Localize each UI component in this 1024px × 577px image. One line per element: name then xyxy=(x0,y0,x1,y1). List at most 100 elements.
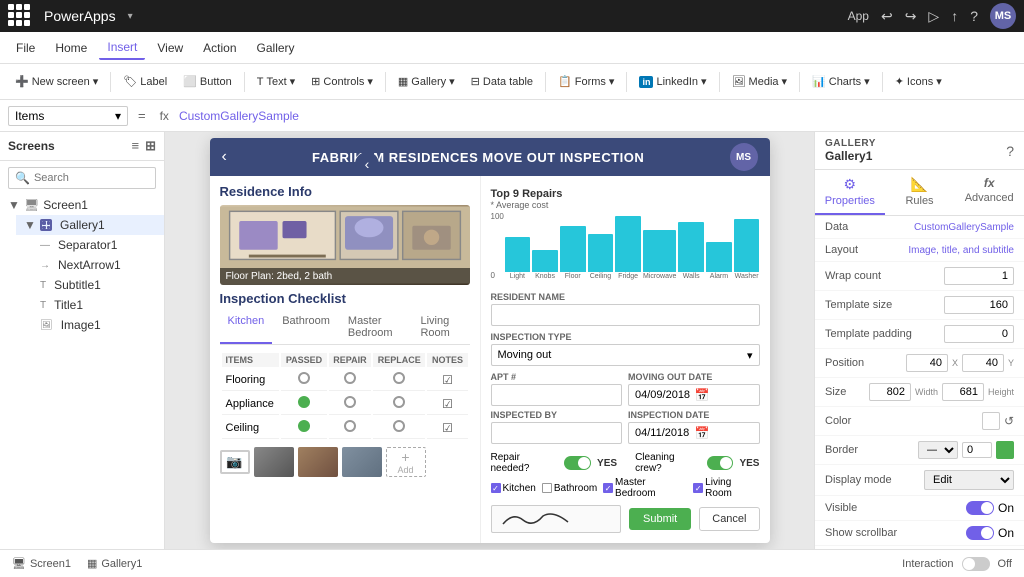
search-box[interactable]: 🔍 xyxy=(8,167,156,189)
inspected-by-input[interactable] xyxy=(491,422,623,444)
tree-item-separator1[interactable]: — Separator1 xyxy=(32,235,164,255)
new-screen-button[interactable]: ➕ New screen ▾ xyxy=(8,72,105,91)
border-width-input[interactable] xyxy=(962,442,992,458)
appliance-repair[interactable] xyxy=(329,393,371,415)
prop-position-x[interactable] xyxy=(906,354,948,372)
label-button[interactable]: 🏷 Label xyxy=(116,72,174,91)
gallery-button[interactable]: ▦ Gallery ▾ xyxy=(391,72,462,91)
radio-ceiling-passed[interactable] xyxy=(298,420,310,432)
button-button[interactable]: ⬜ Button xyxy=(176,72,239,91)
help-icon[interactable]: ? xyxy=(970,8,978,24)
text-button[interactable]: T Text ▾ xyxy=(250,72,302,91)
moving-out-date-input[interactable]: 04/09/2018 📅 xyxy=(628,384,760,406)
signature-area[interactable] xyxy=(491,505,622,533)
tab-living-room[interactable]: Living Room xyxy=(412,312,469,344)
appliance-notes-icon[interactable]: ☑ xyxy=(442,397,453,411)
room-bathroom[interactable]: Bathroom xyxy=(542,483,597,494)
cancel-button[interactable]: Cancel xyxy=(699,507,759,531)
share-icon[interactable]: ↑ xyxy=(951,8,958,24)
prop-size-width[interactable] xyxy=(869,383,911,401)
flooring-notes[interactable]: ☑ xyxy=(427,369,467,391)
radio-flooring-passed[interactable] xyxy=(298,372,310,384)
tab-advanced[interactable]: fx Advanced xyxy=(954,170,1024,215)
menu-file[interactable]: File xyxy=(8,37,43,59)
room-master-bedroom[interactable]: ✓ Master Bedroom xyxy=(603,477,687,499)
tree-item-nextarrow1[interactable]: → NextArrow1 xyxy=(32,255,164,275)
panel-help-icon[interactable]: ? xyxy=(1006,143,1014,159)
flooring-repair[interactable] xyxy=(329,369,371,391)
tree-item-subtitle1[interactable]: T Subtitle1 xyxy=(32,275,164,295)
room-living-room[interactable]: ✓ Living Room xyxy=(693,477,759,499)
radio-flooring-replace[interactable] xyxy=(393,372,405,384)
redo-icon[interactable]: ↪ xyxy=(905,8,917,25)
formula-name-field[interactable]: Items ▾ xyxy=(8,106,128,126)
ceiling-replace[interactable] xyxy=(373,417,425,439)
tree-item-title1[interactable]: T Title1 xyxy=(32,295,164,315)
kitchen-checkbox[interactable]: ✓ xyxy=(491,483,501,493)
show-scrollbar-toggle-control[interactable] xyxy=(966,526,994,540)
tab-bathroom[interactable]: Bathroom xyxy=(274,312,338,344)
ceiling-notes-icon[interactable]: ☑ xyxy=(442,421,453,435)
list-view-icon[interactable]: ≡ xyxy=(132,138,140,154)
flooring-passed[interactable] xyxy=(281,369,326,391)
inspection-type-select[interactable]: Moving out ▾ xyxy=(491,344,760,366)
color-refresh-icon[interactable]: ↺ xyxy=(1004,414,1014,428)
status-gallery[interactable]: ▦ Gallery1 xyxy=(87,557,142,570)
tree-item-screen1[interactable]: ▼ 🖥 Screen1 xyxy=(0,195,164,215)
prop-layout-value[interactable]: Image, title, and subtitle xyxy=(908,245,1014,256)
radio-appliance-passed[interactable] xyxy=(298,396,310,408)
appliance-passed[interactable] xyxy=(281,393,326,415)
camera-icon[interactable]: 📷 xyxy=(220,450,250,474)
add-thumb-button[interactable]: + Add xyxy=(386,447,426,477)
linkedin-button[interactable]: in LinkedIn ▾ xyxy=(632,72,713,91)
waffle-icon[interactable] xyxy=(8,4,32,28)
room-kitchen[interactable]: ✓ Kitchen xyxy=(491,483,536,494)
data-table-button[interactable]: ⊟ Data table xyxy=(464,72,540,91)
living-room-checkbox[interactable]: ✓ xyxy=(693,483,703,493)
search-input[interactable] xyxy=(34,172,149,184)
appliance-notes[interactable]: ☑ xyxy=(427,393,467,415)
border-style-select[interactable]: — xyxy=(918,441,958,459)
repair-toggle[interactable] xyxy=(564,456,591,470)
thumb-1[interactable] xyxy=(254,447,294,477)
flooring-replace[interactable] xyxy=(373,369,425,391)
display-mode-select[interactable]: Edit View Disabled xyxy=(924,470,1014,490)
forms-button[interactable]: 📋 Forms ▾ xyxy=(551,72,621,91)
prop-wrap-count-input[interactable] xyxy=(944,267,1014,285)
prop-template-padding-input[interactable] xyxy=(944,325,1014,343)
thumb-2[interactable] xyxy=(298,447,338,477)
status-screen[interactable]: 🖥 Screen1 xyxy=(12,557,71,570)
controls-button[interactable]: ⊞ Controls ▾ xyxy=(304,72,380,91)
visible-toggle-control[interactable] xyxy=(966,501,994,515)
charts-button[interactable]: 📊 Charts ▾ xyxy=(805,72,877,91)
tab-master-bedroom[interactable]: Master Bedroom xyxy=(340,312,411,344)
color-swatch[interactable] xyxy=(982,412,1000,430)
undo-icon[interactable]: ↩ xyxy=(881,8,893,25)
tree-item-image1[interactable]: 🖼 Image1 xyxy=(32,315,164,335)
resident-name-input[interactable] xyxy=(491,304,760,326)
menu-gallery[interactable]: Gallery xyxy=(249,37,303,59)
prop-position-y[interactable] xyxy=(962,354,1004,372)
menu-home[interactable]: Home xyxy=(47,37,95,59)
user-avatar[interactable]: MS xyxy=(990,3,1016,29)
thumb-3[interactable] xyxy=(342,447,382,477)
ceiling-notes[interactable]: ☑ xyxy=(427,417,467,439)
menu-insert[interactable]: Insert xyxy=(99,36,145,60)
interaction-toggle-control[interactable] xyxy=(962,557,990,571)
radio-ceiling-replace[interactable] xyxy=(393,420,405,432)
prop-data-value[interactable]: CustomGallerySample xyxy=(914,222,1014,233)
icons-button[interactable]: ✦ Icons ▾ xyxy=(888,72,949,91)
submit-button[interactable]: Submit xyxy=(629,508,691,530)
ceiling-repair[interactable] xyxy=(329,417,371,439)
radio-appliance-replace[interactable] xyxy=(393,396,405,408)
prop-size-height[interactable] xyxy=(942,383,984,401)
appliance-replace[interactable] xyxy=(373,393,425,415)
border-color-swatch[interactable] xyxy=(996,441,1014,459)
ceiling-passed[interactable] xyxy=(281,417,326,439)
menu-view[interactable]: View xyxy=(149,37,191,59)
tab-rules[interactable]: 📐 Rules xyxy=(885,170,955,215)
cleaning-toggle[interactable] xyxy=(707,456,734,470)
menu-action[interactable]: Action xyxy=(195,37,244,59)
tab-properties[interactable]: ⚙ Properties xyxy=(815,170,885,215)
inspection-date-input[interactable]: 04/11/2018 📅 xyxy=(628,422,760,444)
